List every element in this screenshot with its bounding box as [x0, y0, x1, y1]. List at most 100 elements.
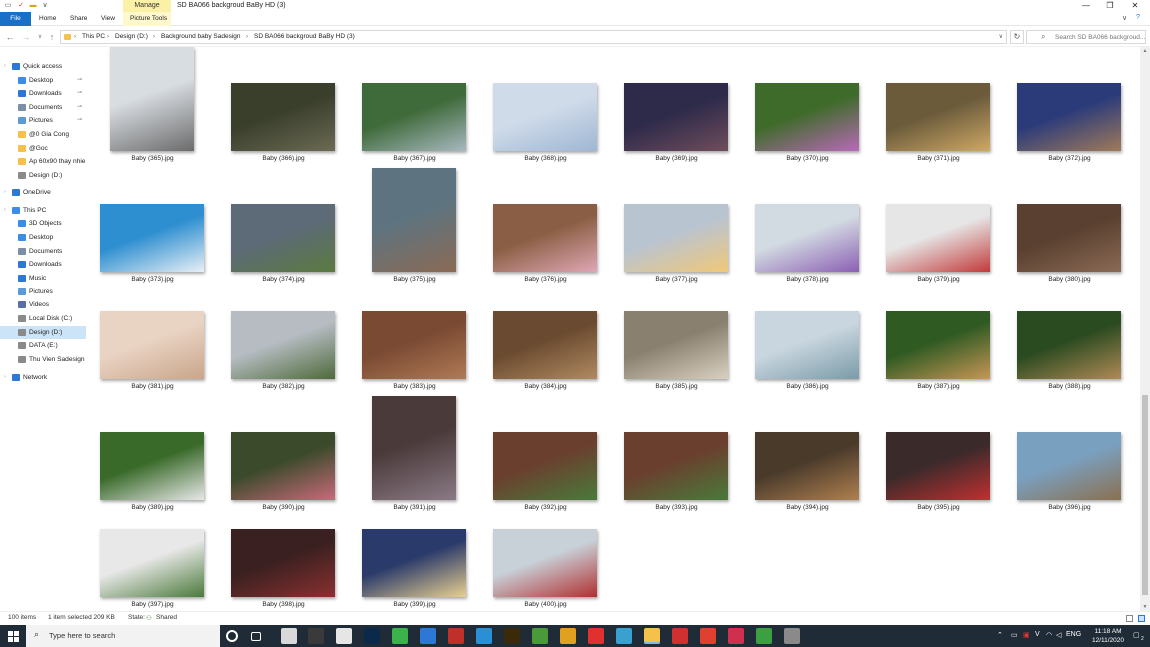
volume-icon[interactable]: ◁: [1056, 631, 1061, 639]
image-thumbnail[interactable]: [755, 83, 859, 151]
cortana-icon[interactable]: [226, 630, 238, 642]
app-tray-icon[interactable]: V: [1035, 631, 1040, 638]
sidebar-item[interactable]: Videos: [0, 298, 86, 311]
file-name-label[interactable]: Baby (398).jpg: [218, 601, 349, 608]
image-thumbnail[interactable]: [493, 432, 597, 500]
sidebar-item[interactable]: Pictures: [0, 285, 86, 298]
vertical-scrollbar[interactable]: ▲ ▼: [1140, 47, 1150, 611]
photoshop-icon[interactable]: [364, 628, 380, 644]
image-thumbnail[interactable]: [886, 83, 990, 151]
file-name-label[interactable]: Baby (390).jpg: [218, 504, 349, 511]
search-box[interactable]: ⌕: [1026, 30, 1146, 44]
image-thumbnail[interactable]: [493, 311, 597, 379]
image-thumbnail[interactable]: [372, 396, 456, 500]
sidebar-item[interactable]: Ap 60x90 thay nhie: [0, 155, 86, 168]
image-thumbnail[interactable]: [493, 83, 597, 151]
sidebar-item[interactable]: DATA (E:): [0, 339, 86, 352]
app-tray-icon[interactable]: ▣: [1023, 631, 1030, 639]
show-hidden-icons-icon[interactable]: ⌃: [997, 631, 1003, 639]
tab-picture-tools[interactable]: Picture Tools: [130, 12, 167, 26]
scrollbar-thumb[interactable]: [1142, 395, 1148, 595]
file-name-label[interactable]: Baby (366).jpg: [218, 155, 349, 162]
file-name-label[interactable]: Baby (392).jpg: [480, 504, 611, 511]
bridge-icon[interactable]: [504, 628, 520, 644]
sidebar-item[interactable]: 3D Objects: [0, 217, 86, 230]
clock[interactable]: 11:18 AM 12/11/2020: [1088, 627, 1128, 645]
sidebar-item[interactable]: Documents: [0, 245, 86, 258]
sidebar-item[interactable]: Desktop: [0, 231, 86, 244]
image-thumbnail[interactable]: [362, 311, 466, 379]
sidebar-item[interactable]: @0 Gia Cong: [0, 128, 86, 141]
new-folder-icon[interactable]: ▬: [29, 2, 37, 10]
file-name-label[interactable]: Baby (365).jpg: [87, 155, 218, 162]
file-name-label[interactable]: Baby (367).jpg: [349, 155, 480, 162]
sidebar-item[interactable]: Downloads: [0, 258, 86, 271]
file-name-label[interactable]: Baby (395).jpg: [873, 504, 1004, 511]
image-thumbnail[interactable]: [1017, 311, 1121, 379]
file-name-label[interactable]: Baby (380).jpg: [1004, 276, 1135, 283]
image-thumbnail[interactable]: [493, 204, 597, 272]
image-thumbnail[interactable]: [624, 83, 728, 151]
notification-icon[interactable]: ▢: [1133, 631, 1140, 639]
file-name-label[interactable]: Baby (378).jpg: [742, 276, 873, 283]
image-thumbnail[interactable]: [100, 529, 204, 597]
file-name-label[interactable]: Baby (374).jpg: [218, 276, 349, 283]
file-name-label[interactable]: Baby (373).jpg: [87, 276, 218, 283]
image-thumbnail[interactable]: [1017, 83, 1121, 151]
file-name-label[interactable]: Baby (391).jpg: [349, 504, 480, 511]
wifi-icon[interactable]: ◠: [1046, 631, 1052, 639]
chrome-icon[interactable]: [700, 628, 716, 644]
properties-icon[interactable]: ✓: [17, 2, 25, 10]
image-thumbnail[interactable]: [755, 432, 859, 500]
file-name-label[interactable]: Baby (377).jpg: [611, 276, 742, 283]
file-name-label[interactable]: Baby (368).jpg: [480, 155, 611, 162]
save-icon[interactable]: ▭: [4, 2, 12, 10]
image-thumbnail[interactable]: [1017, 432, 1121, 500]
image-thumbnail[interactable]: [372, 168, 456, 272]
file-name-label[interactable]: Baby (372).jpg: [1004, 155, 1135, 162]
image-thumbnail[interactable]: [624, 311, 728, 379]
image-thumbnail[interactable]: [624, 432, 728, 500]
file-name-label[interactable]: Baby (383).jpg: [349, 383, 480, 390]
file-name-label[interactable]: Baby (399).jpg: [349, 601, 480, 608]
help-icon[interactable]: ?: [1136, 14, 1140, 21]
breadcrumb-background-folder[interactable]: Background baby Sadesign: [161, 31, 241, 43]
up-button[interactable]: ↑: [46, 31, 58, 43]
tab-file[interactable]: File: [0, 12, 31, 26]
large-icons-view-icon[interactable]: [1138, 615, 1145, 622]
sidebar-item[interactable]: Downloads ⊸: [0, 87, 86, 100]
scroll-down-icon[interactable]: ▼: [1140, 603, 1150, 611]
image-thumbnail[interactable]: [231, 311, 335, 379]
file-name-label[interactable]: Baby (400).jpg: [480, 601, 611, 608]
app-icon[interactable]: [588, 628, 604, 644]
app-icon[interactable]: [281, 628, 297, 644]
tab-home[interactable]: Home: [39, 12, 56, 26]
sidebar-item[interactable]: Music: [0, 272, 86, 285]
image-thumbnail[interactable]: [231, 204, 335, 272]
sidebar-item[interactable]: › Quick access: [0, 60, 86, 73]
image-thumbnail[interactable]: [100, 311, 204, 379]
app-icon[interactable]: [308, 628, 324, 644]
image-thumbnail[interactable]: [231, 83, 335, 151]
forward-button[interactable]: →: [20, 31, 32, 43]
language-indicator[interactable]: ENG: [1066, 631, 1081, 638]
details-view-icon[interactable]: [1126, 615, 1133, 622]
network-icon[interactable]: ▭: [1011, 631, 1018, 639]
chrome-icon[interactable]: [756, 628, 772, 644]
app-icon[interactable]: [476, 628, 492, 644]
app-icon[interactable]: [728, 628, 744, 644]
sidebar-item[interactable]: › OneDrive: [0, 186, 86, 199]
back-button[interactable]: ←: [4, 31, 16, 43]
app-icon[interactable]: [784, 628, 800, 644]
image-thumbnail[interactable]: [755, 204, 859, 272]
chevron-down-icon[interactable]: ∨: [999, 31, 1003, 43]
file-name-label[interactable]: Baby (381).jpg: [87, 383, 218, 390]
file-name-label[interactable]: Baby (379).jpg: [873, 276, 1004, 283]
taskbar-search[interactable]: ⌕ Type here to search: [26, 625, 220, 647]
app-icon[interactable]: [336, 628, 352, 644]
recent-locations-icon[interactable]: ∨: [34, 31, 46, 43]
manage-tab[interactable]: Manage: [123, 0, 171, 12]
file-name-label[interactable]: Baby (397).jpg: [87, 601, 218, 608]
image-thumbnail[interactable]: [231, 432, 335, 500]
image-thumbnail[interactable]: [100, 432, 204, 500]
